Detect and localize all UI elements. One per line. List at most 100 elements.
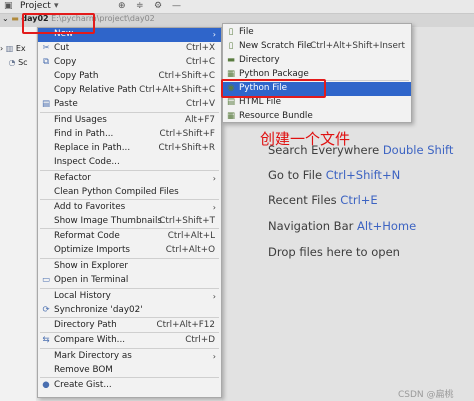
- tree-root-name: day02: [21, 14, 49, 23]
- submenu-item-new-scratch-file[interactable]: ▯ New Scratch File Ctrl+Alt+Shift+Insert: [223, 40, 411, 54]
- menu-item-shortcut: Ctrl+Alt+Shift+C: [139, 85, 215, 95]
- copy-icon: ⧉: [42, 57, 50, 67]
- menu-item-shortcut: Ctrl+Alt+F12: [156, 320, 215, 330]
- menu-item-label: Clean Python Compiled Files: [54, 187, 179, 197]
- menu-item-remove-bom[interactable]: Remove BOM: [38, 364, 221, 378]
- menu-item-paste[interactable]: ▤ Paste Ctrl+V: [38, 98, 221, 112]
- hint-navigation-bar: Navigation Bar Alt+Home: [268, 219, 417, 233]
- menu-item-label: Find in Path...: [54, 129, 114, 139]
- menu-item-local-history[interactable]: Local History ›: [38, 290, 221, 304]
- menu-item-label: Mark Directory as: [54, 351, 132, 361]
- menu-item-label: New: [54, 29, 74, 39]
- scratch-file-icon: ▯: [228, 41, 234, 51]
- context-menu: New › ✂ Cut Ctrl+X ⧉ Copy Ctrl+C Copy Path Ctrl+S…: [37, 27, 222, 398]
- menu-item-label: Copy Path: [54, 71, 99, 81]
- chevron-right-icon: ›: [212, 292, 216, 301]
- folder-icon: ▬: [11, 14, 19, 23]
- menu-item-find-in-path[interactable]: Find in Path... Ctrl+Shift+F: [38, 128, 221, 142]
- menu-item-shortcut: Ctrl+Shift+R: [158, 143, 215, 153]
- tree-row-label: Sc: [18, 58, 28, 67]
- submenu-item-shortcut: Ctrl+Alt+Shift+Insert: [310, 41, 405, 51]
- menu-item-label: Create Gist...: [54, 380, 112, 390]
- menu-item-label: Paste: [54, 99, 78, 109]
- submenu-item-python-file[interactable]: ◉ Python File: [223, 82, 411, 96]
- menu-item-label: Inspect Code...: [54, 157, 120, 167]
- tree-row-external-libraries[interactable]: › ▥ Ex: [0, 44, 26, 56]
- chevron-right-icon: ›: [212, 203, 216, 212]
- menu-item-open-in-terminal[interactable]: ▭ Open in Terminal: [38, 274, 221, 288]
- menu-item-shortcut: Ctrl+Alt+O: [165, 245, 215, 255]
- menu-item-copy[interactable]: ⧉ Copy Ctrl+C: [38, 56, 221, 70]
- hint-recent-files: Recent Files Ctrl+E: [268, 193, 378, 207]
- gear-icon[interactable]: ⚙: [154, 1, 162, 11]
- menu-item-synchronize-day02[interactable]: ⟳ Synchronize 'day02': [38, 304, 221, 318]
- menu-item-label: Synchronize 'day02': [54, 305, 143, 315]
- menu-separator: [40, 317, 219, 318]
- collapse-icon[interactable]: ≑: [136, 1, 144, 11]
- submenu-item-label: Directory: [239, 55, 280, 65]
- github-icon: ●: [42, 380, 50, 390]
- menu-item-label: Replace in Path...: [54, 143, 131, 153]
- chevron-right-icon: ›: [212, 352, 216, 361]
- bundle-icon: ▦: [226, 111, 236, 121]
- menu-separator: [40, 170, 219, 171]
- target-icon[interactable]: ⊕: [118, 1, 126, 11]
- menu-item-inspect-code[interactable]: Inspect Code...: [38, 156, 221, 170]
- compare-icon: ⇆: [42, 335, 50, 345]
- menu-separator: [40, 332, 219, 333]
- menu-item-replace-in-path[interactable]: Replace in Path... Ctrl+Shift+R: [38, 142, 221, 156]
- python-icon: ◉: [227, 83, 235, 93]
- menu-item-label: Show Image Thumbnails: [54, 216, 162, 226]
- submenu-item-label: File: [239, 27, 254, 37]
- menu-item-copy-relative-path[interactable]: Copy Relative Path Ctrl+Alt+Shift+C: [38, 84, 221, 98]
- folder-icon: ▬: [226, 55, 236, 65]
- submenu-item-label: HTML File: [239, 97, 281, 107]
- hint-drop-files: Drop files here to open: [268, 245, 400, 259]
- menu-item-mark-directory-as[interactable]: Mark Directory as ›: [38, 350, 221, 364]
- menu-item-optimize-imports[interactable]: Optimize Imports Ctrl+Alt+O: [38, 244, 221, 258]
- menu-item-label: Reformat Code: [54, 231, 120, 241]
- menu-item-shortcut: Ctrl+C: [185, 57, 215, 67]
- menu-item-reformat-code[interactable]: Reformat Code Ctrl+Alt+L: [38, 230, 221, 244]
- menu-item-new[interactable]: New ›: [38, 28, 221, 42]
- menu-item-label: Cut: [54, 43, 70, 53]
- submenu-item-directory[interactable]: ▬ Directory: [223, 54, 411, 68]
- menu-item-copy-path[interactable]: Copy Path Ctrl+Shift+C: [38, 70, 221, 84]
- menu-item-clean-python-compiled-files[interactable]: Clean Python Compiled Files: [38, 186, 221, 200]
- menu-item-add-to-favorites[interactable]: Add to Favorites ›: [38, 201, 221, 215]
- menu-item-label: Copy Relative Path: [54, 85, 137, 95]
- scratches-icon: ◔: [8, 58, 16, 67]
- sync-icon: ⟳: [42, 305, 50, 315]
- menu-separator: [40, 258, 219, 259]
- menu-item-directory-path[interactable]: Directory Path Ctrl+Alt+F12: [38, 319, 221, 333]
- menu-item-show-image-thumbnails[interactable]: Show Image Thumbnails Ctrl+Shift+T: [38, 215, 221, 229]
- menu-item-find-usages[interactable]: Find Usages Alt+F7: [38, 114, 221, 128]
- project-title[interactable]: Project: [20, 1, 51, 11]
- menu-item-label: Open in Terminal: [54, 275, 129, 285]
- menu-item-create-gist[interactable]: ● Create Gist...: [38, 379, 221, 393]
- menu-item-cut[interactable]: ✂ Cut Ctrl+X: [38, 42, 221, 56]
- submenu-item-file[interactable]: ▯ File: [223, 26, 411, 40]
- menu-item-label: Compare With...: [54, 335, 126, 345]
- menu-separator: [225, 80, 409, 81]
- new-submenu: ▯ File ▯ New Scratch File Ctrl+Alt+Shift+Ins…: [222, 23, 412, 123]
- menu-item-show-in-explorer[interactable]: Show in Explorer: [38, 260, 221, 274]
- minimize-icon[interactable]: —: [172, 1, 181, 11]
- chevron-right-icon: ›: [0, 44, 4, 53]
- tree-row-scratches[interactable]: ◔ Sc: [0, 58, 28, 70]
- terminal-icon: ▭: [41, 275, 51, 285]
- menu-item-refactor[interactable]: Refactor ›: [38, 172, 221, 186]
- chevron-right-icon: ›: [212, 174, 216, 183]
- scissors-icon: ✂: [42, 43, 50, 53]
- submenu-item-resource-bundle[interactable]: ▦ Resource Bundle: [223, 110, 411, 124]
- submenu-item-html-file[interactable]: ▤ HTML File: [223, 96, 411, 110]
- submenu-item-label: Resource Bundle: [239, 111, 313, 121]
- submenu-item-label: Python File: [239, 83, 288, 93]
- tree-row-label: Ex: [15, 44, 26, 53]
- menu-separator: [40, 228, 219, 229]
- folder-icon: ▣: [4, 1, 13, 11]
- menu-item-label: Find Usages: [54, 115, 107, 125]
- chevron-down-icon[interactable]: ▾: [54, 1, 59, 11]
- menu-item-compare-with[interactable]: ⇆ Compare With... Ctrl+D: [38, 334, 221, 348]
- paste-icon: ▤: [41, 99, 51, 109]
